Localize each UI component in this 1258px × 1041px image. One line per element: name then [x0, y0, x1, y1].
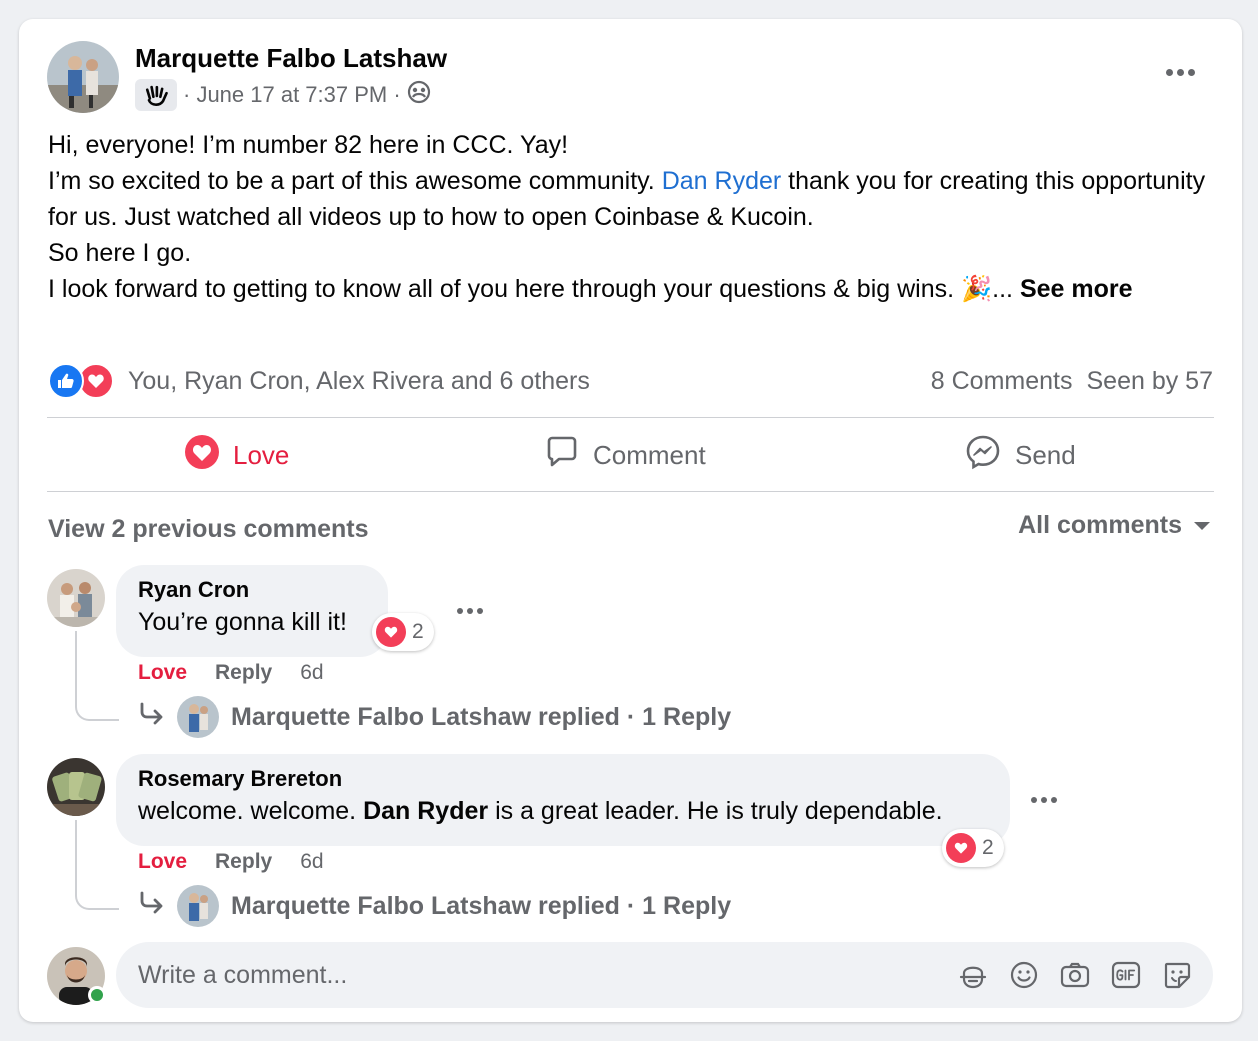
audience-group-icon	[407, 80, 431, 110]
post-options-icon[interactable]	[1166, 69, 1195, 76]
mention-dan-ryder[interactable]: Dan Ryder	[363, 797, 488, 825]
comment-text: welcome. welcome. Dan Ryder is a great l…	[138, 797, 943, 825]
comment-actions: Love Reply 6d	[138, 661, 324, 685]
comments-filter-dropdown[interactable]: All comments	[1018, 511, 1210, 540]
online-status-indicator	[88, 986, 106, 1004]
like-reaction-icon	[48, 363, 84, 399]
messenger-icon	[965, 434, 1001, 477]
comment-input[interactable]	[138, 942, 918, 1008]
author-avatar[interactable]	[47, 41, 119, 113]
post-body: Hi, everyone! I’m number 82 here in CCC.…	[48, 127, 1208, 307]
love-reaction-icon	[946, 833, 976, 863]
comments-filter-label: All comments	[1018, 511, 1182, 539]
reply-arrow-icon	[137, 700, 165, 735]
post-stats: 8 Comments Seen by 57	[931, 367, 1213, 396]
seen-by-count[interactable]: Seen by 57	[1087, 367, 1214, 396]
divider	[47, 491, 1214, 492]
replier-avatar	[177, 885, 219, 927]
reactions-summary[interactable]: You, Ryan Cron, Alex Rivera and 6 others	[48, 363, 590, 399]
comment-button-label: Comment	[593, 439, 706, 470]
comment-timestamp[interactable]: 6d	[300, 661, 323, 685]
avatar-sticker-icon[interactable]	[957, 959, 989, 991]
camera-icon[interactable]	[1059, 959, 1091, 991]
view-replies-link[interactable]: Marquette Falbo Latshaw replied · 1 Repl…	[137, 696, 731, 738]
comment-actions: Love Reply 6d	[138, 850, 324, 874]
view-previous-comments[interactable]: View 2 previous comments	[48, 515, 369, 544]
see-more-link[interactable]: See more	[1020, 275, 1133, 303]
send-button-label: Send	[1015, 439, 1076, 470]
replied-text: Marquette Falbo Latshaw replied · 1 Repl…	[231, 891, 732, 920]
thread-connector	[75, 631, 119, 721]
comment-composer[interactable]	[116, 942, 1213, 1008]
comment-button[interactable]: Comment	[545, 435, 706, 475]
comment-bubble: Ryan Cron You’re gonna kill it!	[116, 565, 388, 657]
post-line: Hi, everyone! I’m number 82 here in CCC.…	[48, 131, 569, 159]
love-reaction-icon	[376, 617, 406, 647]
love-heart-icon	[185, 434, 219, 476]
new-member-wave-icon[interactable]	[135, 79, 177, 111]
composer-tools	[957, 959, 1193, 991]
comment-reply-button[interactable]: Reply	[215, 850, 272, 874]
sticker-icon[interactable]	[1161, 959, 1193, 991]
comment-options-icon[interactable]	[457, 608, 483, 614]
comment-text: You’re gonna kill it!	[138, 608, 347, 636]
post-line: So here I go.	[48, 239, 192, 267]
thread-connector	[75, 820, 119, 910]
replier-avatar	[177, 696, 219, 738]
comment-timestamp[interactable]: 6d	[300, 850, 323, 874]
comments-count[interactable]: 8 Comments	[931, 367, 1073, 396]
reply-arrow-icon	[137, 889, 165, 924]
reaction-names[interactable]: You, Ryan Cron, Alex Rivera and 6 others	[128, 367, 590, 396]
post-timestamp[interactable]: · June 17 at 7:37 PM ·	[183, 82, 401, 108]
comment-love-button[interactable]: Love	[138, 661, 187, 685]
post-line: I look forward to getting to know all of…	[48, 275, 1133, 303]
comment-options-icon[interactable]	[1031, 797, 1057, 803]
comment-love-button[interactable]: Love	[138, 850, 187, 874]
emoji-icon[interactable]	[1008, 959, 1040, 991]
post-author-name[interactable]: Marquette Falbo Latshaw	[135, 43, 447, 74]
love-button-label: Love	[233, 439, 290, 470]
comment-bubble-icon	[545, 435, 579, 476]
divider	[47, 417, 1214, 418]
commenter-name[interactable]: Ryan Cron	[138, 575, 366, 605]
commenter-avatar[interactable]	[47, 758, 105, 816]
mention-dan-ryder[interactable]: Dan Ryder	[662, 167, 782, 195]
caret-down-icon	[1194, 521, 1210, 530]
comment-reply-button[interactable]: Reply	[215, 661, 272, 685]
replied-text: Marquette Falbo Latshaw replied · 1 Repl…	[231, 702, 732, 731]
comment-reaction-count[interactable]: 2	[372, 613, 434, 651]
view-replies-link[interactable]: Marquette Falbo Latshaw replied · 1 Repl…	[137, 885, 731, 927]
send-button[interactable]: Send	[965, 435, 1076, 475]
love-button[interactable]: Love	[185, 434, 290, 476]
comment-bubble: Rosemary Brereton welcome. welcome. Dan …	[116, 754, 1010, 846]
post-meta: · June 17 at 7:37 PM ·	[135, 79, 431, 111]
gif-icon[interactable]	[1110, 959, 1142, 991]
reaction-count-value: 2	[412, 620, 424, 643]
commenter-name[interactable]: Rosemary Brereton	[138, 764, 988, 794]
post-line: I’m so excited to be a part of this awes…	[48, 167, 1206, 231]
post-card: Marquette Falbo Latshaw · June 17 at 7:3…	[19, 19, 1242, 1022]
reaction-count-value: 2	[982, 836, 994, 859]
commenter-avatar[interactable]	[47, 569, 105, 627]
comment-reaction-count[interactable]: 2	[942, 829, 1004, 867]
